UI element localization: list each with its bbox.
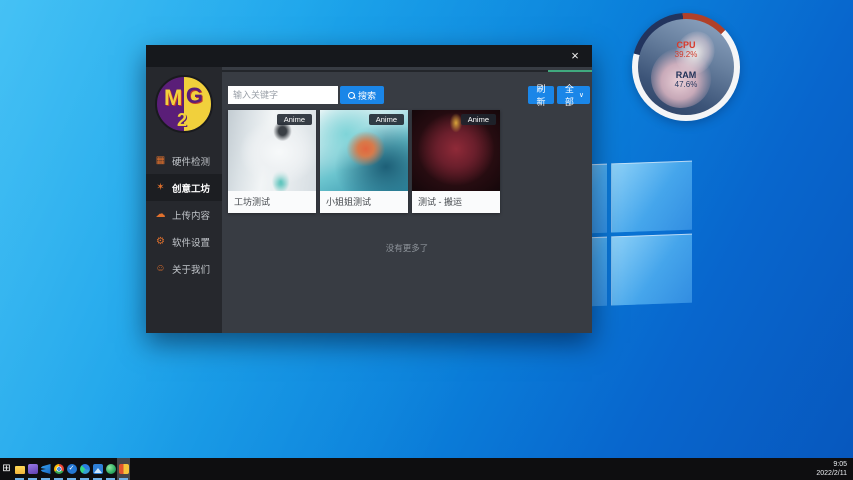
sidebar: M G 2 ▦ 硬件检测 ✶ 创意工坊 ☁ 上传内容 ⚙ (146, 67, 222, 333)
sidebar-item-upload[interactable]: ☁ 上传内容 (146, 201, 222, 228)
sidebar-item-label: 创意工坊 (172, 181, 210, 195)
card-title: 测试 - 搬运 (412, 191, 500, 213)
refresh-button[interactable]: 刷新 (528, 86, 554, 104)
search-icon (348, 92, 355, 99)
workshop-content: 搜索 刷新 全部 ∨ Anime 工坊测试 (222, 72, 592, 333)
sidebar-item-about[interactable]: ☺ 关于我们 (146, 255, 222, 282)
taskbar-icon-edge[interactable] (78, 458, 91, 480)
app-logo: M G 2 (155, 75, 213, 133)
taskbar-icon-mg2-active[interactable] (117, 458, 130, 480)
taskbar-icon-vscode[interactable] (39, 458, 52, 480)
workshop-card[interactable]: Anime 工坊测试 (228, 110, 316, 213)
green-sphere-app-icon (106, 464, 116, 474)
taskbar-icon-chrome[interactable] (52, 458, 65, 480)
taskbar: ⊞ ✓ 9:05 2022/2/11 (0, 458, 853, 480)
clock-date: 2022/2/11 (816, 469, 847, 478)
logo-letter-m: M (164, 85, 182, 111)
clock-time: 9:05 (816, 460, 847, 469)
close-icon[interactable]: × (564, 47, 586, 65)
hardware-monitor-widget[interactable]: CPU 39.2% RAM 47.6% (632, 13, 740, 121)
card-title: 工坊测试 (228, 191, 316, 213)
photos-app-icon (93, 464, 103, 474)
edge-icon (80, 464, 90, 474)
category-badge: Anime (461, 114, 496, 125)
app-window: × M G 2 ▦ 硬件检测 ✶ 创意工坊 ☁ (146, 45, 592, 333)
category-badge: Anime (369, 114, 404, 125)
desktop: CPU 39.2% RAM 47.6% × M G 2 ▦ 硬件检测 (0, 0, 853, 480)
workshop-icon: ✶ (155, 182, 166, 193)
windows-logo-pane (611, 161, 692, 233)
chevron-down-icon: ∨ (579, 92, 584, 99)
workshop-card[interactable]: Anime 测试 - 搬运 (412, 110, 500, 213)
ram-usage-value: 47.6% (675, 80, 698, 89)
taskbar-icon-purple-app[interactable] (26, 458, 39, 480)
settings-gear-icon: ⚙ (155, 236, 166, 247)
sidebar-item-label: 硬件检测 (172, 154, 210, 168)
sidebar-item-workshop[interactable]: ✶ 创意工坊 (146, 174, 222, 201)
sidebar-menu: ▦ 硬件检测 ✶ 创意工坊 ☁ 上传内容 ⚙ 软件设置 ☺ 关于我们 (146, 147, 222, 282)
card-thumbnail-dancer: Anime (228, 110, 316, 191)
search-button-label: 搜索 (358, 89, 376, 102)
taskbar-icon-check-app[interactable]: ✓ (65, 458, 78, 480)
filter-dropdown[interactable]: 全部 ∨ (557, 86, 590, 104)
cpu-label: CPU (676, 41, 695, 50)
taskbar-clock[interactable]: 9:05 2022/2/11 (816, 458, 853, 480)
taskbar-icon-photos[interactable] (91, 458, 104, 480)
windows-logo-pane (611, 234, 692, 306)
workshop-card-grid: Anime 工坊测试 Anime 小姐姐测试 Anime 测试 - 搬运 (228, 110, 500, 213)
sidebar-item-label: 软件设置 (172, 235, 210, 249)
start-button[interactable]: ⊞ (0, 458, 13, 480)
logo-digit-2: 2 (177, 110, 187, 131)
search-input[interactable] (228, 86, 338, 104)
about-users-icon: ☺ (155, 263, 166, 274)
vscode-icon (41, 464, 51, 474)
category-badge: Anime (277, 114, 312, 125)
sidebar-item-hardware-detect[interactable]: ▦ 硬件检测 (146, 147, 222, 174)
search-button[interactable]: 搜索 (340, 86, 384, 104)
title-bar[interactable]: × (146, 45, 592, 67)
card-thumbnail-queen: Anime (412, 110, 500, 191)
checkmark-app-icon: ✓ (67, 464, 77, 474)
chrome-icon (54, 464, 64, 474)
no-more-text: 没有更多了 (222, 242, 592, 254)
ram-label: RAM (676, 71, 697, 80)
sidebar-item-settings[interactable]: ⚙ 软件设置 (146, 228, 222, 255)
upload-cloud-icon: ☁ (155, 209, 166, 220)
card-thumbnail-miku: Anime (320, 110, 408, 191)
windows-start-icon: ⊞ (2, 464, 10, 474)
taskbar-icon-green-app[interactable] (104, 458, 117, 480)
workshop-card[interactable]: Anime 小姐姐测试 (320, 110, 408, 213)
card-title: 小姐姐测试 (320, 191, 408, 213)
monitor-art: CPU 39.2% RAM 47.6% (638, 19, 734, 115)
hardware-detect-icon: ▦ (155, 155, 166, 166)
taskbar-icons: ⊞ ✓ (0, 458, 130, 480)
taskbar-icon-file-explorer[interactable] (13, 458, 26, 480)
cpu-usage-value: 39.2% (675, 50, 698, 59)
mg2-app-icon (119, 464, 129, 474)
sidebar-item-label: 关于我们 (172, 262, 210, 276)
logo-letter-g: G (186, 83, 203, 109)
folder-icon (15, 466, 25, 474)
filter-label: 全部 (563, 82, 576, 108)
monitor-readouts: CPU 39.2% RAM 47.6% (638, 19, 734, 115)
sidebar-item-label: 上传内容 (172, 208, 210, 222)
refresh-button-label: 刷新 (534, 82, 548, 108)
purple-app-icon (28, 464, 38, 474)
